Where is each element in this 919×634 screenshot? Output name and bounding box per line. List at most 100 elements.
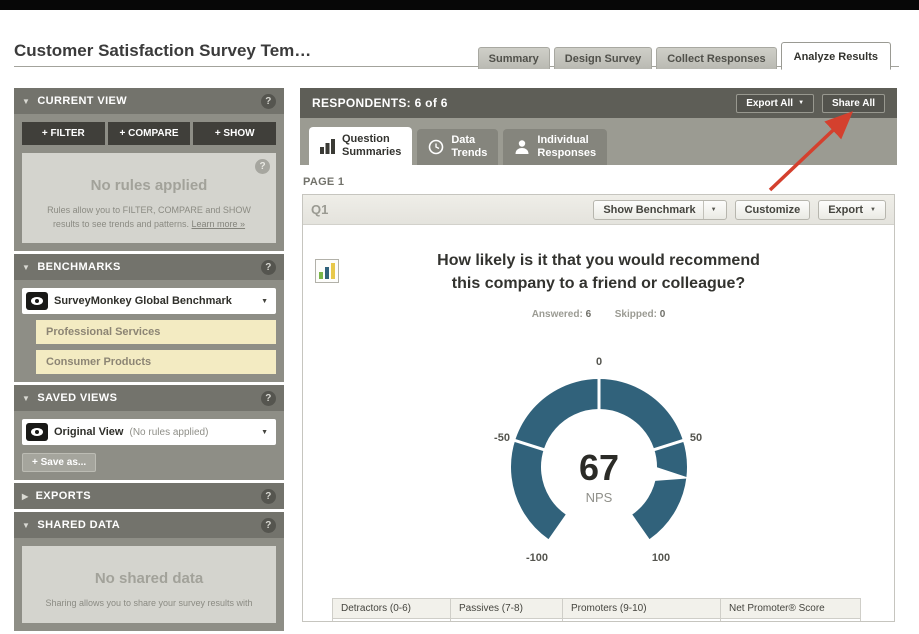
cell-detractors: 0 0 [333,619,451,623]
question-panel: Q1 Show Benchmark ▼ Customize Export ▼ H… [302,194,895,622]
tab-question-summaries[interactable]: Question Summaries [309,127,412,165]
gauge-label-pos100: 100 [651,552,669,564]
table-row: 0 0 33% 2 67% 4 67 [333,619,861,623]
nps-value-label: NPS [585,490,612,505]
benchmark-dropdown[interactable]: SurveyMonkey Global Benchmark ▼ [22,288,276,314]
help-icon[interactable]: ? [261,518,276,533]
rule-buttons: + FILTER + COMPARE + SHOW [22,122,276,145]
chevron-down-icon: ▼ [870,207,876,213]
benchmarks-body: SurveyMonkey Global Benchmark ▼ Professi… [14,280,284,382]
collapse-arrow-icon: ▼ [22,521,30,530]
benchmark-item-consumer-products[interactable]: Consumer Products [36,350,276,374]
no-rules-text: Rules allow you to FILTER, COMPARE and S… [36,204,262,231]
cell-passives: 33% 2 [451,619,563,623]
shared-data-header[interactable]: ▼ SHARED DATA ? [14,512,284,538]
chevron-down-icon: ▼ [261,298,268,305]
exports-header[interactable]: ▶ EXPORTS ? [14,483,284,509]
skipped-label: Skipped: [615,309,657,320]
question-actions: Show Benchmark ▼ Customize Export ▼ [593,200,886,220]
filter-button[interactable]: + FILTER [22,122,105,145]
export-label: Export [828,204,863,216]
compare-button[interactable]: + COMPARE [108,122,191,145]
saved-view-selected: Original View [54,426,124,438]
page-title: Customer Satisfaction Survey Tem… [14,41,311,61]
benchmarks-title: BENCHMARKS [37,261,120,273]
question-body: How likely is it that you would recommen… [303,249,894,622]
share-all-button[interactable]: Share All [822,94,885,113]
gauge-label-neg50: -50 [494,432,510,444]
saved-view-dropdown[interactable]: Original View (No rules applied) ▼ [22,419,276,445]
nps-gauge: 0 -50 50 -100 100 67 NPS [469,349,729,585]
show-benchmark-button[interactable]: Show Benchmark ▼ [593,200,726,220]
help-icon[interactable]: ? [261,391,276,406]
survey-nav-tabs: Summary Design Survey Collect Responses … [478,42,891,69]
shared-data-section: ▼ SHARED DATA ? No shared data Sharing a… [14,512,284,631]
respondents-bar: RESPONDENTS: 6 of 6 Export All ▼ Share A… [300,88,897,118]
clock-icon [428,139,444,155]
tab-collect-responses[interactable]: Collect Responses [656,47,776,69]
button-divider [703,201,704,219]
customize-label: Customize [745,204,801,216]
benchmarks-header[interactable]: ▼ BENCHMARKS ? [14,254,284,280]
eye-icon [26,292,48,310]
question-header: Q1 Show Benchmark ▼ Customize Export ▼ [303,195,894,225]
tab-analyze-results[interactable]: Analyze Results [781,42,891,70]
help-icon[interactable]: ? [261,489,276,504]
bar-chart-icon [320,139,335,154]
question-meta: Answered: 6 Skipped: 0 [303,309,894,320]
chevron-down-icon: ▼ [261,429,268,436]
tab-label: Individual Responses [537,134,596,160]
nps-breakdown-table: Detractors (0-6) Passives (7-8) Promoter… [332,598,861,622]
collapse-arrow-icon: ▼ [22,394,30,403]
nps-gauge-svg: 0 -50 50 -100 100 67 NPS [469,349,729,585]
help-icon[interactable]: ? [261,94,276,109]
saved-view-note: (No rules applied) [130,427,209,438]
tab-summary[interactable]: Summary [478,47,550,69]
collapse-arrow-icon: ▶ [22,492,29,501]
save-as-button[interactable]: + Save as... [22,453,96,472]
help-icon[interactable]: ? [255,159,270,174]
page-number-label: PAGE 1 [303,176,344,188]
respondents-count: RESPONDENTS: 6 of 6 [312,96,448,110]
tab-label: Question Summaries [342,133,401,159]
no-shared-data-box: No shared data Sharing allows you to sha… [22,546,276,623]
benchmark-selected: SurveyMonkey Global Benchmark [54,295,232,307]
cell-nps-score: 67 [721,619,861,623]
exports-section: ▶ EXPORTS ? [14,483,284,509]
current-view-title: CURRENT VIEW [37,95,127,107]
gauge-label-neg100: -100 [525,552,547,564]
question-chart-type-icon[interactable] [315,259,339,288]
eye-icon [26,423,48,441]
results-view-tabs: Question Summaries Data Trends Individua… [300,118,897,165]
answered-value: 6 [586,309,592,320]
learn-more-link[interactable]: Learn more » [192,219,246,229]
show-button[interactable]: + SHOW [193,122,276,145]
person-icon [514,139,530,155]
no-shared-data-text: Sharing allows you to share your survey … [36,597,262,611]
collapse-arrow-icon: ▼ [22,263,30,272]
tab-data-trends[interactable]: Data Trends [417,129,498,165]
nps-value: 67 [578,447,618,488]
cell-promoters: 67% 4 [563,619,721,623]
benchmarks-section: ▼ BENCHMARKS ? SurveyMonkey Global Bench… [14,254,284,382]
sidebar: ▼ CURRENT VIEW ? + FILTER + COMPARE + SH… [14,88,284,634]
gauge-label-zero: 0 [595,356,601,368]
question-title: How likely is it that you would recommen… [303,249,894,295]
respondents-actions: Export All ▼ Share All [736,94,885,113]
customize-button[interactable]: Customize [735,200,811,220]
col-passives: Passives (7-8) [451,599,563,619]
question-id: Q1 [311,202,328,217]
current-view-section: ▼ CURRENT VIEW ? + FILTER + COMPARE + SH… [14,88,284,251]
tab-design-survey[interactable]: Design Survey [554,47,652,69]
saved-views-header[interactable]: ▼ SAVED VIEWS ? [14,385,284,411]
export-all-button[interactable]: Export All ▼ [736,94,814,113]
current-view-header[interactable]: ▼ CURRENT VIEW ? [14,88,284,114]
tab-individual-responses[interactable]: Individual Responses [503,129,607,165]
col-promoters: Promoters (9-10) [563,599,721,619]
gauge-label-pos50: 50 [689,432,701,444]
help-icon[interactable]: ? [261,260,276,275]
shared-data-body: No shared data Sharing allows you to sha… [14,538,284,631]
benchmark-item-professional-services[interactable]: Professional Services [36,320,276,344]
tab-label: Data Trends [451,134,487,160]
export-button[interactable]: Export ▼ [818,200,886,220]
